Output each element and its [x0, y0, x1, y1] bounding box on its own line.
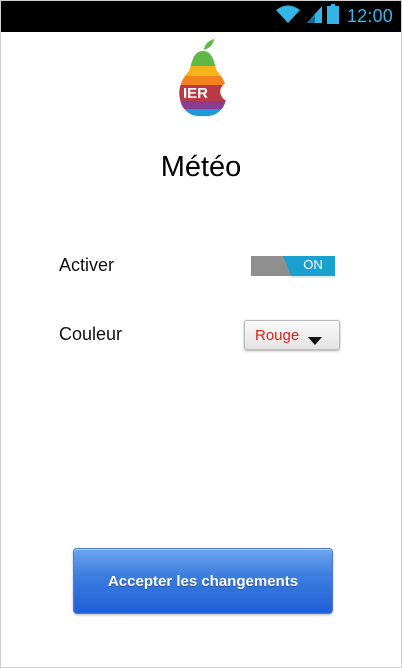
- color-label: Couleur: [59, 324, 123, 344]
- app-frame: 12:00 IER Météo Activer ON Couleur Rouge…: [0, 0, 402, 668]
- logo-text: IER: [183, 85, 208, 102]
- activate-label: Activer: [59, 255, 115, 275]
- wifi-icon: [275, 4, 301, 29]
- accept-changes-label: Accepter les changements: [107, 572, 299, 590]
- pear-logo: IER: [177, 39, 229, 117]
- status-time: 12:00: [346, 6, 393, 26]
- signal-icon: [305, 4, 323, 29]
- chevron-down-icon: [308, 332, 322, 350]
- activate-toggle[interactable]: ON: [251, 254, 335, 278]
- accept-changes-button[interactable]: Accepter les changements: [73, 548, 333, 614]
- status-icons: 12:00: [275, 4, 393, 29]
- status-bar: 12:00: [1, 1, 401, 32]
- color-dropdown[interactable]: Rouge: [244, 320, 340, 350]
- toggle-state: ON: [303, 257, 323, 272]
- page-title: Météo: [160, 151, 242, 183]
- color-selected-value: Rouge: [255, 327, 300, 344]
- battery-icon: [326, 4, 339, 29]
